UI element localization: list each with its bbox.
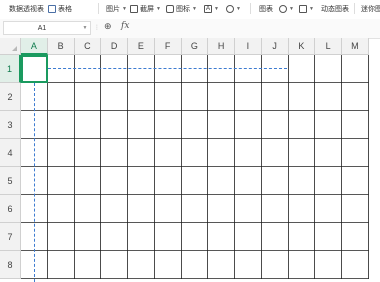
pie-chart-icon	[279, 5, 287, 13]
corner-triangle-icon	[12, 46, 17, 51]
formula-input[interactable]	[134, 21, 378, 35]
chart-button[interactable]: 图表	[259, 3, 273, 15]
active-cell-a1[interactable]	[21, 55, 48, 83]
column-header-j[interactable]: J	[261, 38, 289, 55]
cell-grid[interactable]	[21, 55, 380, 282]
page-break-horizontal	[48, 68, 287, 69]
chevron-down-icon[interactable]: ▼	[80, 25, 90, 31]
chevron-down-icon: ▼	[214, 6, 219, 12]
drag-handle-icon[interactable]: ⋮	[94, 24, 100, 31]
column-header-k[interactable]: K	[288, 38, 316, 55]
pie-chart-button[interactable]: ▼	[279, 3, 294, 15]
pivot-table-label: 数据透视表	[9, 6, 44, 13]
spreadsheet-grid: ABCDEFGHIJKLM 12345678	[0, 38, 380, 282]
column-header-e[interactable]: E	[128, 38, 155, 55]
shapes-button[interactable]: ▼	[226, 3, 241, 15]
pivot-table-button[interactable]: 数据透视表	[9, 3, 44, 15]
ribbon-toolbar: 数据透视表 表格 图片 ▼ 截屏 ▼ 图标 ▼ A ▼ ▼ 图表 ▼ ▼ 动态图…	[0, 0, 380, 20]
text-art-icon: A	[204, 5, 212, 13]
fx-icon[interactable]: fx	[121, 21, 129, 31]
screenshot-icon	[130, 5, 138, 13]
dynamic-chart-button[interactable]: 动态图表	[321, 3, 349, 15]
ribbon-divider	[250, 3, 251, 14]
column-header-i[interactable]: I	[235, 38, 262, 55]
scatter-chart-icon	[299, 5, 307, 13]
column-header-m[interactable]: M	[342, 38, 369, 55]
icon-label: 图标	[176, 6, 190, 13]
column-header-g[interactable]: G	[181, 38, 209, 55]
page-break-vertical	[34, 83, 35, 282]
chart-label: 图表	[259, 6, 273, 13]
zoom-icon[interactable]: ⊕	[104, 21, 112, 32]
formula-bar: A1 ▼ ⋮ ⊕ fx	[0, 19, 380, 39]
row-header-8[interactable]: 8	[0, 251, 21, 279]
column-header-b[interactable]: B	[47, 38, 75, 55]
row-header-7[interactable]: 7	[0, 223, 21, 251]
chevron-down-icon: ▼	[309, 6, 314, 12]
name-box[interactable]: A1 ▼	[3, 21, 91, 35]
column-header-d[interactable]: D	[101, 38, 128, 55]
ribbon-divider	[98, 3, 99, 14]
row-header-1[interactable]: 1	[0, 55, 21, 83]
screenshot-button[interactable]: 截屏 ▼	[130, 3, 161, 15]
row-header-2[interactable]: 2	[0, 83, 21, 111]
chevron-down-icon: ▼	[156, 6, 161, 12]
select-all-corner[interactable]	[0, 38, 21, 55]
dynamic-chart-label: 动态图表	[321, 6, 349, 13]
chevron-down-icon: ▼	[192, 6, 197, 12]
screenshot-label: 截屏	[140, 6, 154, 13]
picture-button[interactable]: 图片 ▼	[106, 3, 127, 15]
table-label: 表格	[58, 6, 72, 13]
column-header-a[interactable]: A	[21, 38, 48, 55]
column-header-c[interactable]: C	[74, 38, 102, 55]
sparkline-button[interactable]: 迷你图	[361, 3, 380, 15]
row-header-4[interactable]: 4	[0, 139, 21, 167]
chevron-down-icon: ▼	[236, 6, 241, 12]
chevron-down-icon: ▼	[122, 6, 127, 12]
sparkline-label: 迷你图	[361, 6, 380, 13]
icon-button[interactable]: 图标 ▼	[166, 3, 197, 15]
table-button[interactable]: 表格	[48, 3, 72, 15]
ribbon-divider	[354, 3, 355, 14]
shapes-icon	[226, 5, 234, 13]
row-header-3[interactable]: 3	[0, 111, 21, 139]
picture-label: 图片	[106, 6, 120, 13]
text-art-button[interactable]: A ▼	[204, 3, 219, 15]
column-header-h[interactable]: H	[208, 38, 235, 55]
scatter-chart-button[interactable]: ▼	[299, 3, 314, 15]
icons-grid-icon	[166, 5, 174, 13]
cell-reference: A1	[37, 24, 47, 32]
column-header-l[interactable]: L	[315, 38, 342, 55]
row-header-6[interactable]: 6	[0, 195, 21, 223]
chevron-down-icon: ▼	[289, 6, 294, 12]
column-header-f[interactable]: F	[154, 38, 182, 55]
table-icon	[48, 5, 56, 13]
row-header-5[interactable]: 5	[0, 167, 21, 195]
